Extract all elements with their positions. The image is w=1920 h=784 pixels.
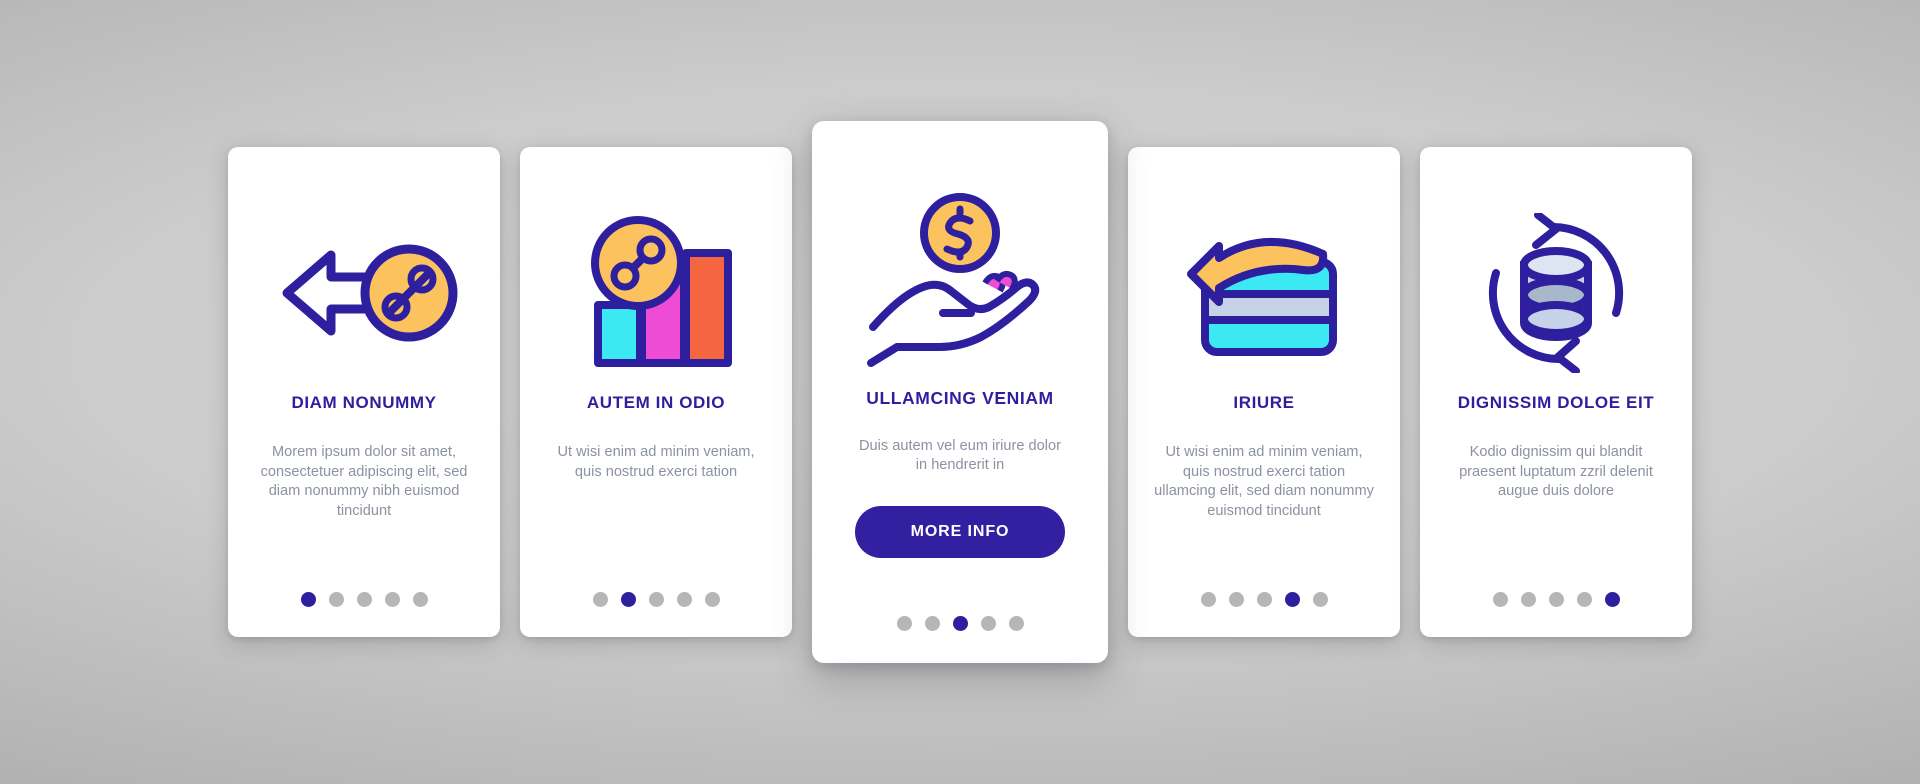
onboarding-card-list: DIAM NONUMMY Morem ipsum dolor sit amet,… — [0, 0, 1920, 784]
pagination-dot-4[interactable] — [1576, 592, 1592, 607]
card-title: DIAM NONUMMY — [291, 393, 437, 412]
more-info-button[interactable]: MORE INFO — [855, 505, 1065, 558]
card-body-text: Duis autem vel eum iriure dolor in hendr… — [859, 438, 1061, 474]
pagination-dot-5[interactable] — [412, 592, 428, 607]
onboarding-card-1[interactable]: DIAM NONUMMY Morem ipsum dolor sit amet,… — [228, 147, 500, 637]
bar-chart-percent-icon — [538, 193, 774, 393]
pagination-dot-3[interactable] — [356, 592, 372, 607]
pagination-dot-5[interactable] — [704, 592, 720, 607]
onboarding-card-2[interactable]: AUTEM IN ODIO Ut wisi enim ad minim veni… — [520, 147, 792, 637]
pagination-dot-4[interactable] — [1284, 592, 1300, 607]
arrow-left-percent-badge-icon — [246, 193, 482, 393]
pagination-dots — [1420, 592, 1692, 607]
pagination-dots — [812, 616, 1108, 631]
pagination-dot-3[interactable] — [648, 592, 664, 607]
onboarding-card-5[interactable]: DIGNISSIM DOLOE EIT Kodio dignissim qui … — [1420, 147, 1692, 637]
pagination-dot-3[interactable] — [952, 616, 968, 631]
card-title: IRIURE — [1233, 393, 1295, 412]
pagination-dot-2[interactable] — [1228, 592, 1244, 607]
onboarding-card-3[interactable]: ULLAMCING VENIAM Duis autem vel eum iriu… — [812, 121, 1108, 663]
pagination-dot-4[interactable] — [676, 592, 692, 607]
hand-holding-dollar-coin-icon — [832, 173, 1088, 388]
pagination-dot-3[interactable] — [1256, 592, 1272, 607]
pagination-dot-1[interactable] — [592, 592, 608, 607]
pagination-dots — [1128, 592, 1400, 607]
card-title: DIGNISSIM DOLOE EIT — [1457, 393, 1655, 412]
card-body-text: Morem ipsum dolor sit amet, consectetuer… — [260, 444, 468, 519]
pagination-dot-2[interactable] — [620, 592, 636, 607]
pagination-dots — [520, 592, 792, 607]
pagination-dot-5[interactable] — [1312, 592, 1328, 607]
pagination-dot-1[interactable] — [896, 616, 912, 631]
database-refresh-icon — [1438, 193, 1674, 393]
pagination-dot-4[interactable] — [384, 592, 400, 607]
pagination-dot-1[interactable] — [1492, 592, 1508, 607]
pagination-dot-2[interactable] — [328, 592, 344, 607]
pagination-dot-1[interactable] — [1200, 592, 1216, 607]
card-body-text: Ut wisi enim ad minim veniam, quis nostr… — [557, 444, 755, 480]
card-title: ULLAMCING VENIAM — [866, 388, 1054, 408]
onboarding-card-4[interactable]: IRIURE Ut wisi enim ad minim veniam, qui… — [1128, 147, 1400, 637]
credit-card-return-arrow-icon — [1146, 193, 1382, 393]
pagination-dot-5[interactable] — [1008, 616, 1024, 631]
pagination-dot-1[interactable] — [300, 592, 316, 607]
pagination-dot-2[interactable] — [924, 616, 940, 631]
onboarding-screens-canvas: DIAM NONUMMY Morem ipsum dolor sit amet,… — [0, 0, 1920, 784]
pagination-dots — [228, 592, 500, 607]
card-body-text: Kodio dignissim qui blandit praesent lup… — [1459, 444, 1653, 500]
card-body-text: Ut wisi enim ad minim veniam, quis nostr… — [1154, 444, 1374, 519]
pagination-dot-3[interactable] — [1548, 592, 1564, 607]
pagination-dot-4[interactable] — [980, 616, 996, 631]
card-title: AUTEM IN ODIO — [586, 393, 726, 412]
pagination-dot-5[interactable] — [1604, 592, 1620, 607]
pagination-dot-2[interactable] — [1520, 592, 1536, 607]
